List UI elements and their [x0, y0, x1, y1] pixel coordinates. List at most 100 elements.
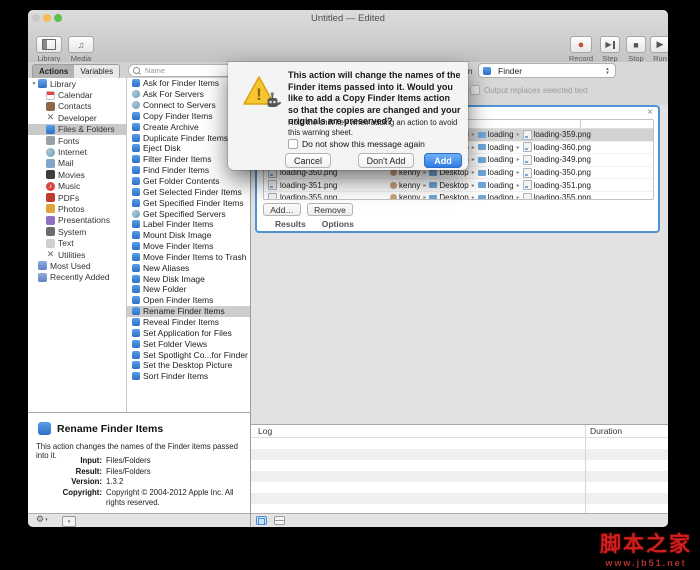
record-button[interactable]: ● — [570, 36, 592, 53]
action-item-label-finder-items[interactable]: Label Finder Items — [127, 219, 250, 230]
x-icon: ✕ — [46, 250, 55, 259]
media-button[interactable]: ♫ — [68, 36, 94, 53]
checkbox-icon[interactable] — [288, 139, 298, 149]
search-input[interactable] — [143, 65, 227, 76]
variables-view-toggle-button[interactable] — [274, 516, 285, 525]
action-item-get-specified-finder-items[interactable]: Get Specified Finder Items — [127, 197, 250, 208]
record-icon: ● — [578, 39, 585, 51]
sidebar-item-mail[interactable]: Mail — [28, 158, 126, 169]
gear-menu-button[interactable]: ⚙ ▾ — [36, 514, 48, 525]
sidebar-item-contacts[interactable]: Contacts — [28, 101, 126, 112]
close-action-icon[interactable]: × — [647, 107, 653, 118]
disclosure-triangle-icon[interactable]: ▼ — [30, 81, 38, 87]
action-search-field[interactable] — [128, 64, 240, 77]
action-item-get-folder-contents[interactable]: Get Folder Contents — [127, 176, 250, 187]
action-item-new-disk-image[interactable]: New Disk Image — [127, 273, 250, 284]
warning-dialog-sheet: ! This action will change the names of t… — [228, 62, 468, 170]
log-column-header[interactable]: Log — [258, 426, 272, 436]
tab-variables[interactable]: Variables — [74, 65, 119, 78]
sidebar-item-most-used[interactable]: Most Used — [28, 260, 126, 271]
description-field: Version:1.3.2 — [28, 477, 250, 488]
sidebar-item-utilities[interactable]: ✕Utilities — [28, 249, 126, 260]
text-icon — [46, 239, 55, 248]
sidebar-item-label: Music — [58, 181, 80, 191]
do-not-show-label: Do not show this message again — [302, 139, 425, 149]
sidebar-item-system[interactable]: System — [28, 226, 126, 237]
path-crumb: Desktop — [439, 181, 468, 190]
add-files-button[interactable]: Add… — [263, 203, 301, 216]
finder-action-icon — [132, 112, 140, 120]
action-item-rename-finder-items[interactable]: Rename Finder Items — [127, 306, 250, 317]
field-label: Result: — [28, 467, 106, 478]
sidebar-item-library[interactable]: ▼ Library — [28, 78, 126, 89]
dont-add-button[interactable]: Don't Add — [358, 153, 414, 168]
image-file-icon — [523, 180, 532, 190]
sidebar-item-files-folders[interactable]: Files & Folders — [28, 124, 126, 135]
column-divider[interactable] — [580, 120, 581, 128]
sidebar-item-calendar[interactable]: Calendar — [28, 89, 126, 100]
media-icon: ♫ — [78, 40, 85, 50]
sidebar-item-developer[interactable]: ✕Developer — [28, 112, 126, 123]
sidebar-item-pdfs[interactable]: PDFs — [28, 192, 126, 203]
action-item-label: New Disk Image — [143, 274, 205, 284]
action-item-new-folder[interactable]: New Folder — [127, 284, 250, 295]
action-item-move-finder-items[interactable]: Move Finder Items — [127, 241, 250, 252]
path-file-name: loading-359.png — [534, 130, 591, 139]
application-popup[interactable]: Finder ▴▾ — [478, 63, 616, 78]
action-item-label: Open Finder Items — [143, 295, 213, 305]
chevron-right-icon: ▸ — [517, 169, 520, 176]
sidebar-item-fonts[interactable]: Fonts — [28, 135, 126, 146]
finder-action-icon — [132, 166, 140, 174]
action-item-mount-disk-image[interactable]: Mount Disk Image — [127, 230, 250, 241]
action-item-set-spotlight-co-for-finder-items[interactable]: Set Spotlight Co...for Finder Items — [127, 349, 250, 360]
sidebar-item-internet[interactable]: Internet — [28, 146, 126, 157]
library-button[interactable] — [36, 36, 62, 53]
cancel-button[interactable]: Cancel — [285, 153, 331, 168]
action-item-label: Label Finder Items — [143, 219, 213, 229]
action-item-move-finder-items-to-trash[interactable]: Move Finder Items to Trash — [127, 252, 250, 263]
table-row[interactable]: loading-351.pngkenny▸Desktop▸loading▸loa… — [264, 179, 653, 192]
step-button[interactable]: ▶ — [600, 36, 620, 53]
action-item-get-specified-servers[interactable]: Get Specified Servers — [127, 208, 250, 219]
remove-files-button[interactable]: Remove — [307, 203, 353, 216]
folder-icon — [429, 182, 437, 188]
action-item-set-application-for-files[interactable]: Set Application for Files — [127, 327, 250, 338]
run-button[interactable]: ▶ — [650, 36, 668, 53]
add-button[interactable]: Add — [424, 153, 462, 168]
action-item-label: Rename Finder Items — [143, 306, 225, 316]
panel-toggle-button[interactable]: ▾ — [62, 516, 76, 527]
log-column-divider[interactable] — [585, 425, 586, 514]
action-item-set-folder-views[interactable]: Set Folder Views — [127, 338, 250, 349]
log-view-toggle-button[interactable] — [256, 516, 267, 525]
sidebar-item-presentations[interactable]: Presentations — [28, 215, 126, 226]
do-not-show-checkbox[interactable]: Do not show this message again — [288, 139, 425, 149]
library-folder-icon — [38, 79, 47, 88]
sidebar-extra: Most UsedRecently Added — [28, 260, 126, 283]
action-item-label: Ask for Finder Items — [143, 78, 219, 88]
action-item-get-selected-finder-items[interactable]: Get Selected Finder Items — [127, 186, 250, 197]
duration-column-header[interactable]: Duration — [590, 426, 622, 436]
finder-action-icon — [132, 340, 140, 348]
stop-button[interactable]: ■ — [626, 36, 646, 53]
path-crumb: Desktop — [439, 193, 468, 200]
action-item-reveal-finder-items[interactable]: Reveal Finder Items — [127, 317, 250, 328]
results-tab[interactable]: Results — [275, 219, 306, 229]
field-value: Copyright © 2004-2012 Apple Inc. All rig… — [106, 488, 236, 509]
options-tab[interactable]: Options — [322, 219, 354, 229]
sidebar-item-text[interactable]: Text — [28, 237, 126, 248]
sidebar-item-label: Photos — [58, 204, 84, 214]
action-item-set-the-desktop-picture[interactable]: Set the Desktop Picture — [127, 360, 250, 371]
sidebar-item-label: Contacts — [58, 101, 92, 111]
field-label: Copyright: — [28, 488, 106, 509]
action-item-sort-finder-items[interactable]: Sort Finder Items — [127, 371, 250, 382]
table-row[interactable]: loading-355.pngkenny▸Desktop▸loading▸loa… — [264, 192, 653, 200]
user-icon — [390, 194, 397, 200]
sidebar-item-movies[interactable]: Movies — [28, 169, 126, 180]
action-item-open-finder-items[interactable]: Open Finder Items — [127, 295, 250, 306]
tab-actions[interactable]: Actions — [33, 65, 74, 78]
sidebar-item-photos[interactable]: Photos — [28, 203, 126, 214]
action-item-new-aliases[interactable]: New Aliases — [127, 262, 250, 273]
finder-action-icon — [132, 144, 140, 152]
sidebar-item-music[interactable]: ♪Music — [28, 181, 126, 192]
sidebar-item-recently-added[interactable]: Recently Added — [28, 272, 126, 283]
